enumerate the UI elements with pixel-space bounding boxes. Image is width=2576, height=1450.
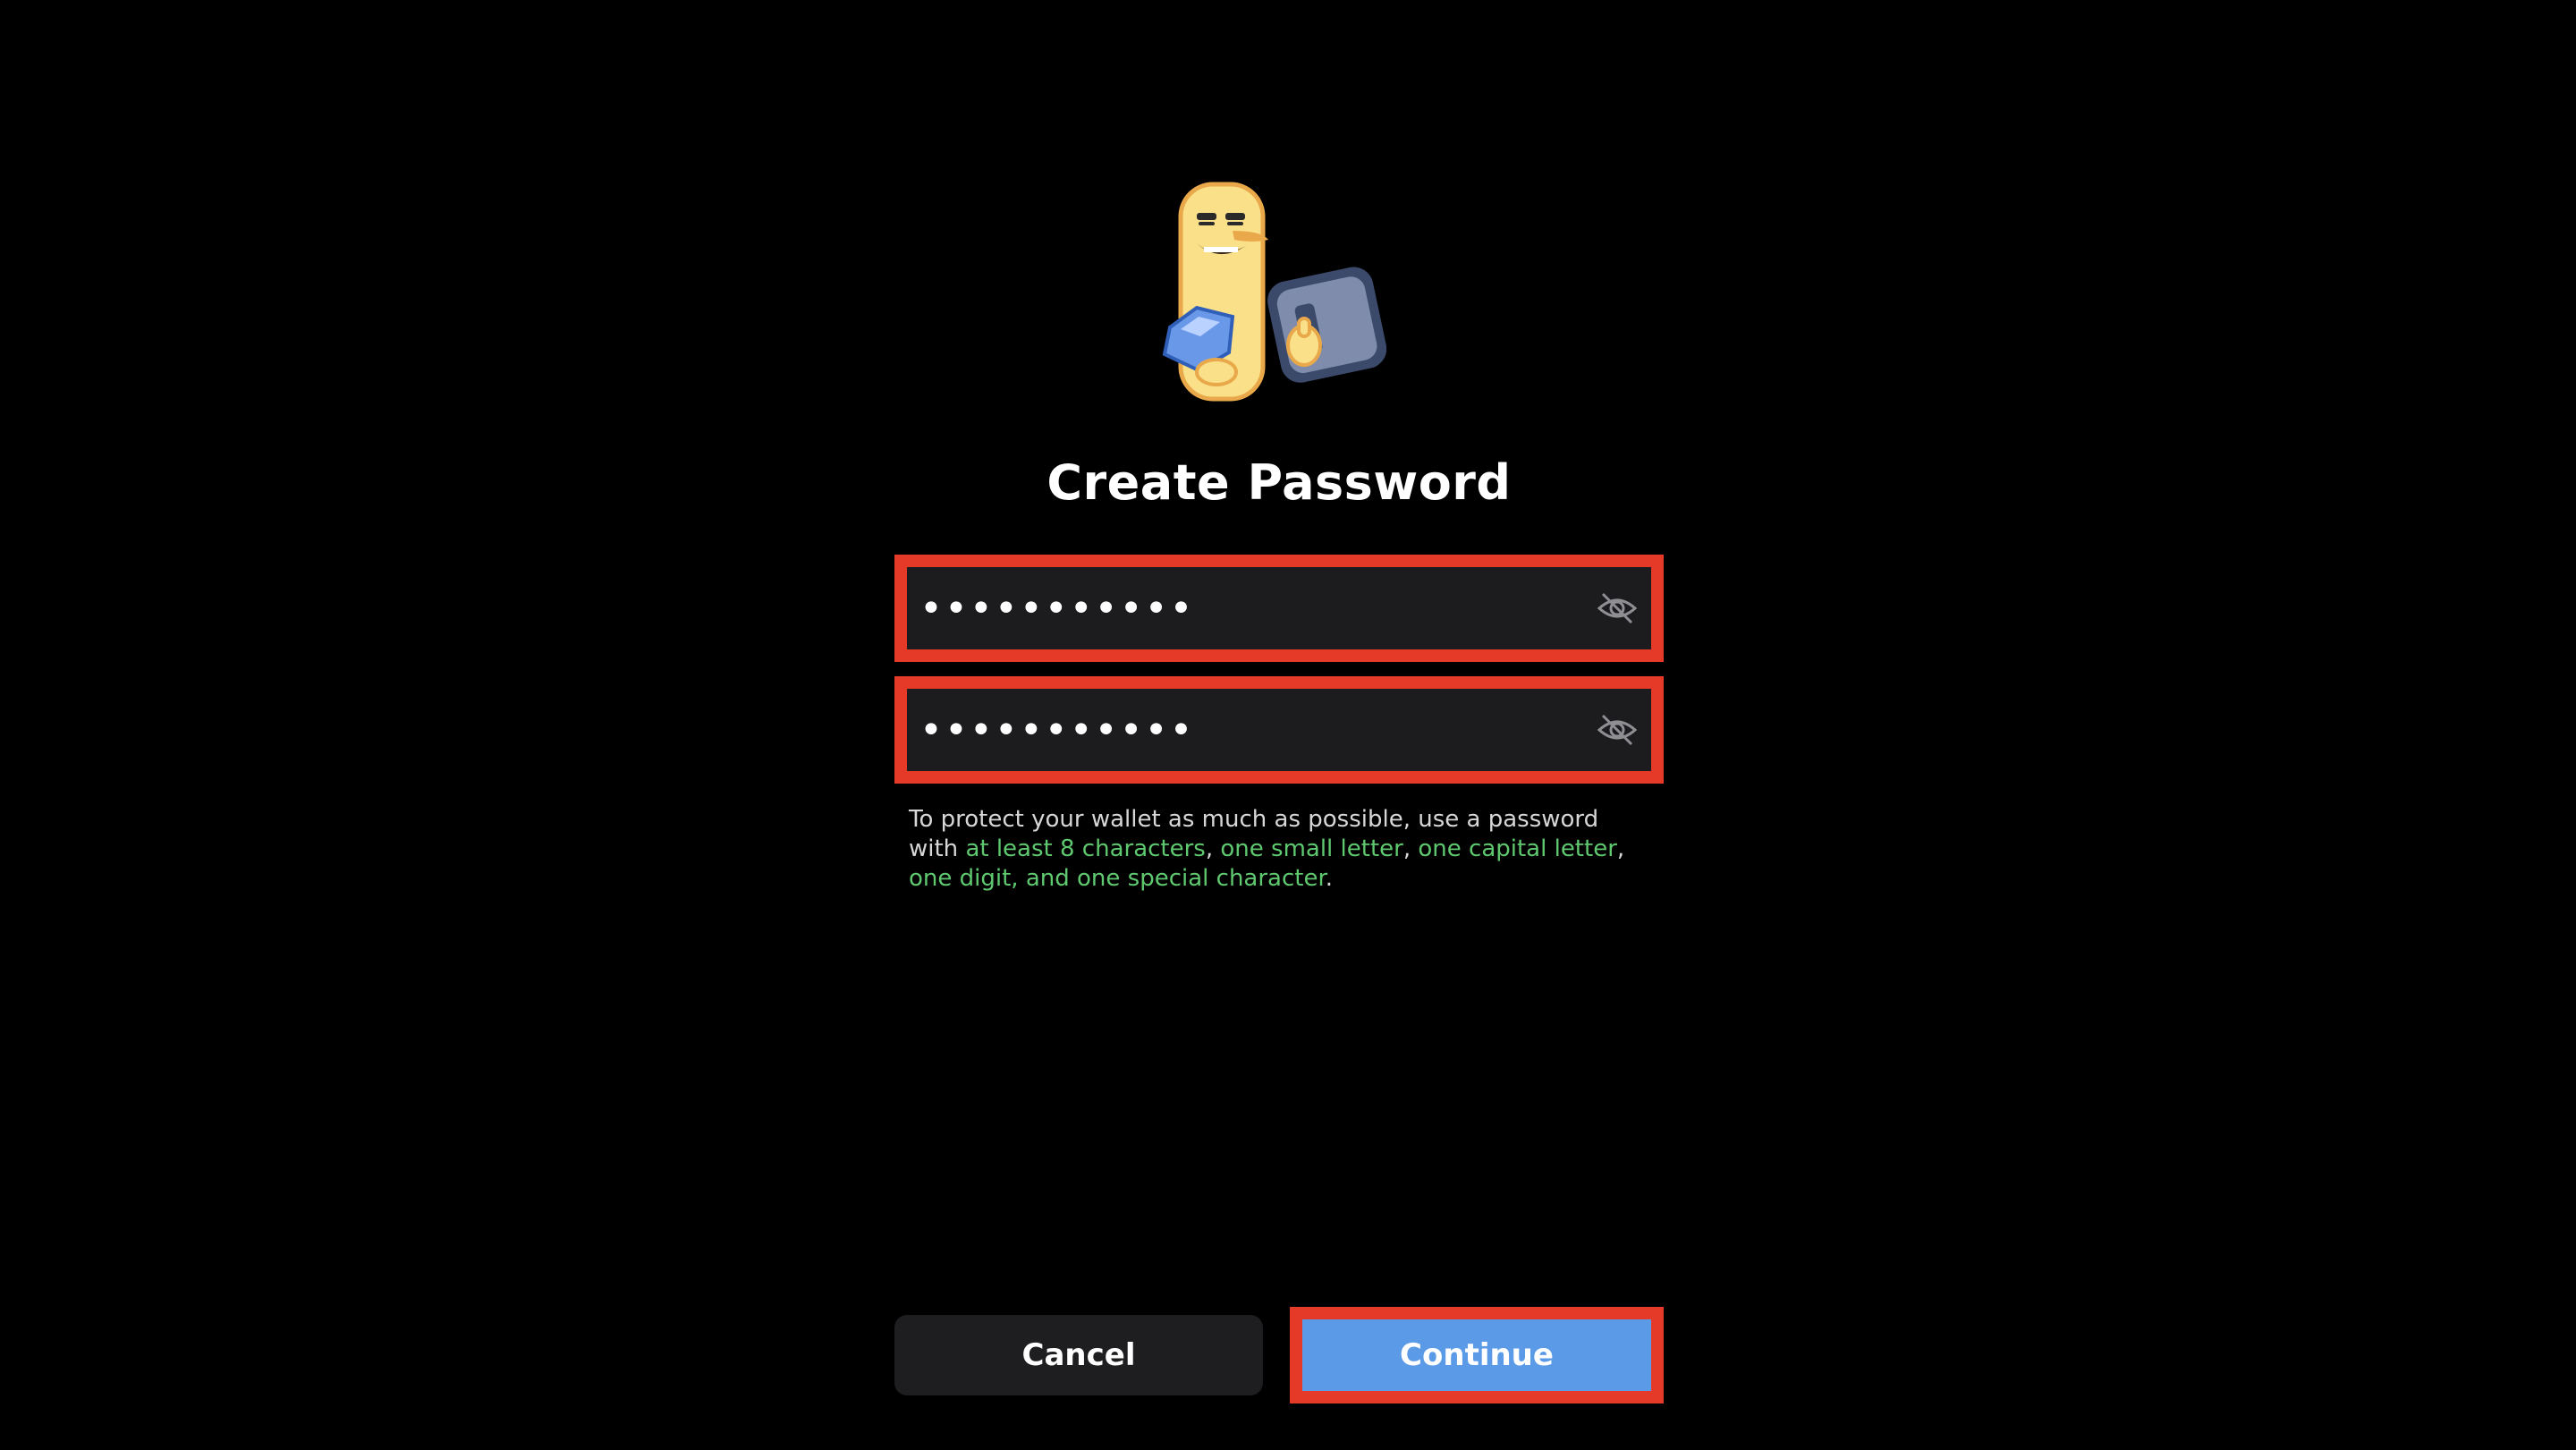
password-input[interactable] [907, 567, 1605, 649]
hint-sep: , [1205, 835, 1221, 862]
eye-off-icon[interactable] [1594, 585, 1640, 632]
content-column: Create Password To protect your wallet a… [894, 0, 1664, 1450]
eye-off-icon[interactable] [1594, 707, 1640, 753]
requirement-lowercase: one small letter [1220, 835, 1403, 862]
confirm-password-input[interactable] [907, 689, 1605, 771]
requirement-special: one special character [1077, 865, 1326, 892]
requirement-length: at least 8 characters [965, 835, 1206, 862]
password-field [894, 555, 1664, 662]
confirm-password-field [894, 676, 1664, 784]
cancel-button[interactable]: Cancel [894, 1315, 1263, 1395]
hint-sep: , [1402, 835, 1419, 862]
create-password-screen: Create Password To protect your wallet a… [0, 0, 2576, 1450]
page-title: Create Password [1046, 454, 1512, 511]
continue-button[interactable]: Continue [1290, 1307, 1664, 1403]
hint-sep: , [1616, 835, 1625, 862]
requirement-digit: one digit [909, 865, 1012, 892]
hint-suffix: . [1325, 865, 1334, 892]
password-requirements-hint: To protect your wallet as much as possib… [909, 805, 1651, 894]
hint-sep: , and [1011, 865, 1078, 892]
requirement-uppercase: one capital letter [1418, 835, 1617, 862]
mascot-sticker [1162, 182, 1386, 402]
